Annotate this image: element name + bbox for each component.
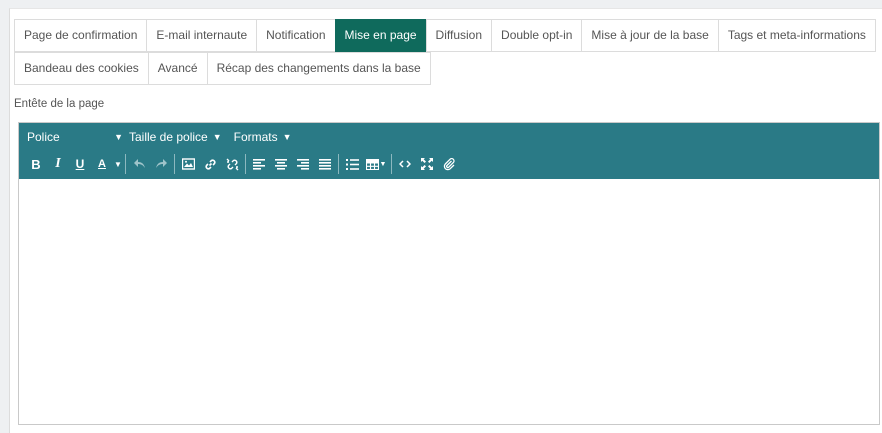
align-left-button[interactable] — [248, 153, 270, 175]
tab-double-opt-in[interactable]: Double opt-in — [491, 19, 582, 52]
caret-down-icon: ▼ — [379, 160, 387, 168]
italic-button[interactable]: I — [47, 153, 69, 175]
unlink-icon — [226, 158, 238, 170]
undo-icon — [133, 159, 145, 168]
insert-image-button[interactable] — [177, 153, 199, 175]
bold-button[interactable]: B — [25, 153, 47, 175]
align-justify-button[interactable] — [314, 153, 336, 175]
redo-icon — [155, 159, 167, 168]
attachment-button[interactable] — [438, 153, 460, 175]
caret-down-icon: ▼ — [282, 132, 292, 142]
image-icon — [181, 158, 195, 170]
underline-button[interactable]: U — [69, 153, 91, 175]
toolbar-separator — [125, 154, 126, 174]
tab-bandeau-cookies[interactable]: Bandeau des cookies — [14, 52, 148, 85]
caret-down-icon: ▼ — [212, 132, 222, 142]
bullet-list-button[interactable] — [341, 153, 363, 175]
font-family-label: Police — [27, 130, 60, 144]
tab-row-1: Page de confirmation E-mail internaute N… — [14, 19, 876, 52]
align-center-button[interactable] — [270, 153, 292, 175]
align-right-icon — [297, 158, 309, 170]
toolbar-menu-row: Police ▼ Taille de police ▼ Formats ▼ — [27, 128, 292, 146]
tab-notification[interactable]: Notification — [256, 19, 335, 52]
undo-button[interactable] — [128, 153, 150, 175]
link-icon — [204, 158, 216, 170]
font-color-button[interactable]: A — [91, 153, 113, 175]
toolbar-separator — [391, 154, 392, 174]
font-color-caret-icon[interactable]: ▼ — [113, 153, 123, 175]
code-icon — [399, 160, 411, 168]
editor-toolbar: Police ▼ Taille de police ▼ Formats ▼ B … — [19, 123, 879, 179]
insert-link-button[interactable] — [199, 153, 221, 175]
toolbar-button-row: B I U A ▼ ▼ — [25, 153, 460, 175]
tab-tags-meta[interactable]: Tags et meta-informations — [717, 19, 876, 52]
caret-down-icon: ▼ — [114, 132, 123, 142]
table-button[interactable]: ▼ — [363, 153, 389, 175]
formats-menu[interactable]: Formats ▼ — [234, 130, 292, 144]
align-right-button[interactable] — [292, 153, 314, 175]
toolbar-separator — [245, 154, 246, 174]
tab-mise-a-jour-base[interactable]: Mise à jour de la base — [581, 19, 718, 52]
tab-recap-changements[interactable]: Récap des changements dans la base — [206, 52, 431, 85]
rich-text-editor: Police ▼ Taille de police ▼ Formats ▼ B … — [18, 122, 880, 425]
fullscreen-icon — [421, 158, 433, 170]
editor-content-area[interactable] — [19, 179, 879, 424]
paperclip-icon — [443, 157, 455, 170]
tab-mise-en-page[interactable]: Mise en page — [334, 19, 426, 52]
header-field-label: Entête de la page — [14, 98, 105, 110]
toolbar-separator — [174, 154, 175, 174]
tab-bar: Page de confirmation E-mail internaute N… — [14, 19, 876, 85]
align-left-icon — [253, 158, 265, 170]
remove-link-button[interactable] — [221, 153, 243, 175]
fullscreen-button[interactable] — [416, 153, 438, 175]
align-justify-icon — [319, 158, 331, 170]
font-size-label: Taille de police — [129, 130, 208, 144]
table-icon — [365, 158, 379, 170]
tab-row-2: Bandeau des cookies Avancé Récap des cha… — [14, 52, 844, 85]
bullet-list-icon — [345, 158, 359, 170]
formats-label: Formats — [233, 130, 278, 144]
tab-email-internaute[interactable]: E-mail internaute — [146, 19, 257, 52]
tab-diffusion[interactable]: Diffusion — [425, 19, 492, 52]
tab-page-confirmation[interactable]: Page de confirmation — [14, 19, 147, 52]
tab-avance[interactable]: Avancé — [147, 52, 207, 85]
font-size-menu[interactable]: Taille de police ▼ — [129, 130, 222, 144]
font-family-menu[interactable]: Police ▼ — [27, 130, 125, 144]
toolbar-separator — [338, 154, 339, 174]
align-center-icon — [275, 158, 287, 170]
redo-button[interactable] — [150, 153, 172, 175]
source-code-button[interactable] — [394, 153, 416, 175]
